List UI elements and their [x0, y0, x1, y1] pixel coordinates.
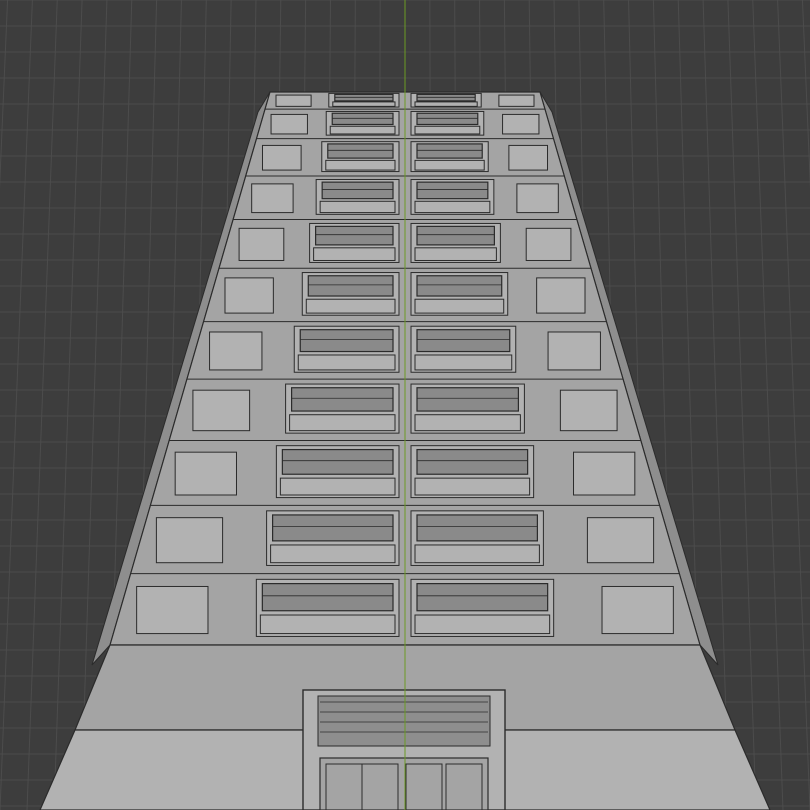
side-panel-right — [547, 331, 601, 371]
window-bay-right-glass[interactable] — [416, 387, 520, 412]
side-panel-left — [192, 389, 251, 432]
side-panel-right — [559, 389, 618, 432]
window-bay-left-glass[interactable] — [299, 329, 394, 353]
side-panel-left — [238, 227, 285, 261]
side-panel-left — [275, 94, 312, 107]
side-panel-right — [536, 277, 586, 314]
window-bay-left-glass[interactable] — [281, 448, 394, 475]
window-bay-right-glass[interactable] — [416, 143, 483, 159]
window-bay-left-glass[interactable] — [261, 583, 394, 612]
window-bay-right-glass[interactable] — [416, 583, 549, 612]
window-bay-left-glass[interactable] — [290, 387, 394, 412]
side-panel-right — [516, 183, 559, 214]
side-panel-left — [136, 585, 209, 635]
entrance-door-frame — [319, 757, 489, 810]
side-panel-right — [502, 113, 540, 135]
window-bay-right-glass[interactable] — [416, 112, 479, 126]
window-bay-right-glass[interactable] — [416, 448, 529, 475]
window-bay-left-glass[interactable] — [331, 112, 394, 126]
side-panel-left — [270, 113, 308, 135]
side-panel-left — [155, 517, 224, 564]
window-bay-right-glass[interactable] — [416, 181, 489, 200]
side-panel-left — [224, 277, 274, 314]
side-panel-right — [601, 585, 674, 635]
side-panel-left — [261, 144, 302, 171]
side-panel-right — [498, 94, 535, 107]
window-bay-left-glass[interactable] — [321, 181, 394, 200]
side-panel-left — [251, 183, 294, 214]
side-panel-right — [573, 451, 636, 496]
window-bay-left-glass[interactable] — [315, 225, 394, 246]
window-bay-left-glass[interactable] — [272, 514, 394, 542]
side-panel-left — [174, 451, 237, 496]
window-bay-right-glass[interactable] — [416, 275, 503, 297]
window-bay-left-glass[interactable] — [327, 143, 394, 159]
entrance-canopy-soffit — [317, 695, 491, 747]
window-bay-left-glass[interactable] — [307, 275, 394, 297]
side-panel-left — [209, 331, 263, 371]
window-bay-right-glass[interactable] — [416, 225, 495, 246]
side-panel-right — [508, 144, 549, 171]
window-bay-right-glass[interactable] — [416, 329, 511, 353]
3d-viewport[interactable] — [0, 0, 810, 810]
side-panel-right — [525, 227, 572, 261]
side-panel-right — [586, 517, 655, 564]
window-bay-right-glass[interactable] — [416, 514, 538, 542]
